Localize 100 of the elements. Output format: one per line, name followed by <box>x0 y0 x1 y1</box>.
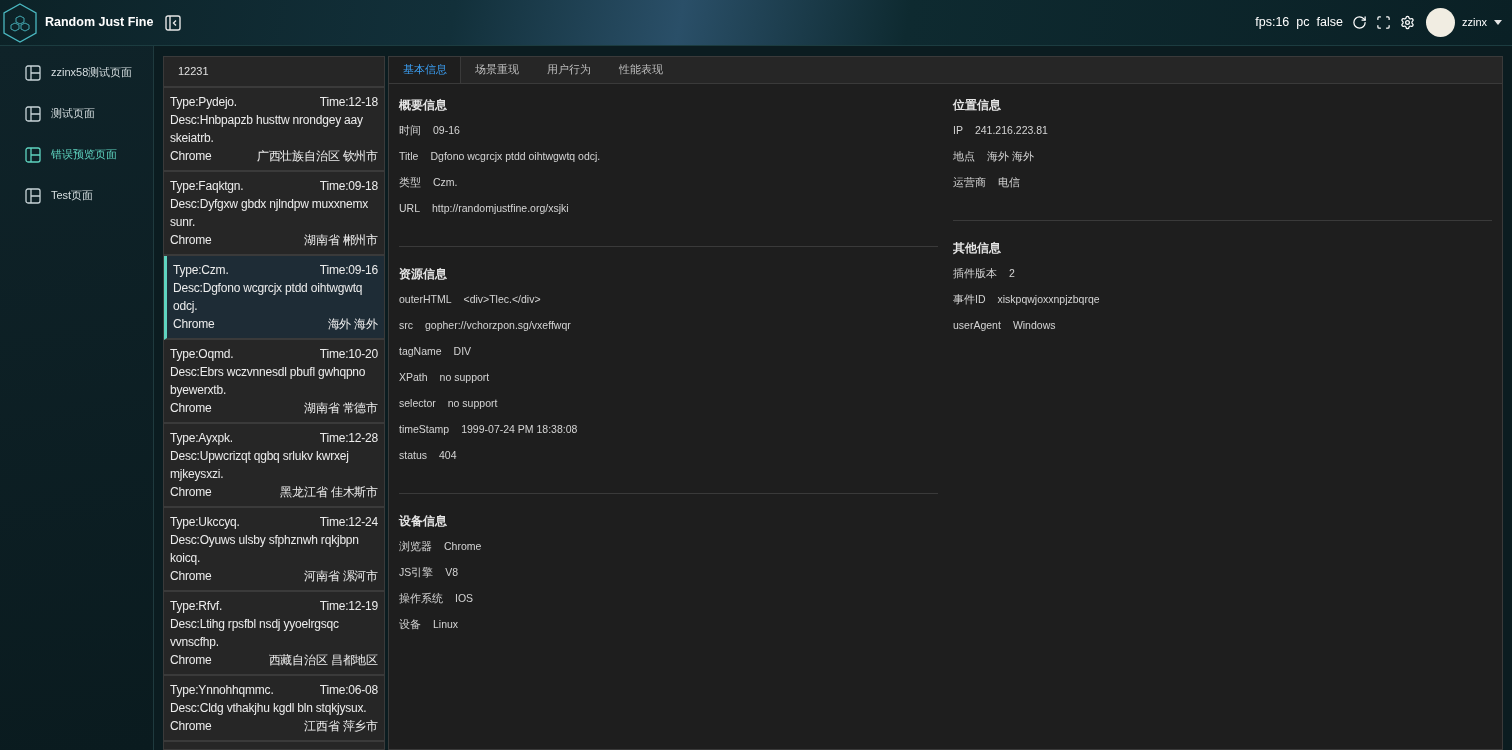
field-label: 运营商 <box>953 175 986 191</box>
browser-name: Chrome <box>173 316 215 333</box>
field-label: 浏览器 <box>399 539 432 555</box>
error-type: Type:Ynnohhqmmc. <box>170 682 274 699</box>
field-value: Czm. <box>433 175 458 191</box>
error-type: Type:Faqktgn. <box>170 178 244 195</box>
status-text: false <box>1316 14 1343 32</box>
error-description: Desc:Dyfgxw gbdx njlndpw muxxnemx sunr. <box>170 196 370 231</box>
section-title: 位置信息 <box>953 98 1002 113</box>
error-card[interactable]: Type:Ynnohhqmmc. Time:06-08 Desc:Cldg vthakjhu kgdl bln stqkjysux. Chrome 江西省 萍乡市 <box>164 676 384 742</box>
field-value: 404 <box>439 448 457 464</box>
browser-name: Chrome <box>170 484 212 501</box>
browser-name: Chrome <box>170 232 212 249</box>
field-label: selector <box>399 396 436 412</box>
field-value: <div>Tlec.</div> <box>463 292 541 308</box>
refresh-icon[interactable] <box>1351 15 1367 30</box>
error-card[interactable]: Type:Ayxpk. Time:12-28 Desc:Upwcrizqt qgbq srlukv kwrxej mjkeysxzi. Chrome 黑龙江省 佳木斯市 <box>164 424 384 508</box>
caret-icon <box>1494 20 1502 25</box>
field-label: outerHTML <box>399 292 452 308</box>
browser-name: Chrome <box>170 400 212 417</box>
sidebar-item[interactable]: zzinx58测试页面 <box>51 64 133 81</box>
field-value: 电信 <box>998 175 1020 191</box>
field-value: IOS <box>455 591 474 607</box>
section-title: 其他信息 <box>953 241 1002 256</box>
error-card[interactable]: Type:Czm. Time:09-16 Desc:Dgfono wcgrcjx ptdd oihtwgwtq odcj. Chrome 海外 海外 <box>164 256 384 340</box>
fullscreen-icon[interactable] <box>1375 15 1391 30</box>
location-text: 湖南省 郴州市 <box>304 232 378 249</box>
field-value: 241.216.223.81 <box>974 123 1048 139</box>
field-label: 操作系统 <box>399 591 443 607</box>
field-label: 设备 <box>399 617 421 633</box>
error-description: Desc:Ebrs wczvnnesdl pbufl gwhqpno byewerxtb. <box>170 364 367 399</box>
error-type: Type:Rfvf. <box>170 598 223 615</box>
sidebar-item[interactable]: 错误预览页面 <box>51 146 117 163</box>
field-value: http://randomjustfine.org/xsjki <box>432 201 569 217</box>
status-text: pc <box>1296 14 1310 32</box>
browser-name: Chrome <box>170 652 212 669</box>
field-label: 地点 <box>953 149 975 165</box>
field-label: src <box>399 318 413 334</box>
field-value: Chrome <box>444 539 482 555</box>
location-text: 西藏自治区 昌都地区 <box>268 652 378 669</box>
tab[interactable]: 用户行为 <box>533 57 605 83</box>
error-card[interactable]: Type:Oqmd. Time:10-20 Desc:Ebrs wczvnnesdl pbufl gwhqpno byewerxtb. Chrome 湖南省 常德市 <box>164 340 384 424</box>
settings-icon[interactable] <box>1399 15 1415 30</box>
error-type: Type:Oqmd. <box>170 346 234 363</box>
error-description: Desc:Dgfono wcgrcjx ptdd oihtwgwtq odcj. <box>173 280 364 315</box>
user-name[interactable]: zzinx <box>1461 14 1487 31</box>
location-text: 广西壮族自治区 钦州市 <box>256 148 378 165</box>
error-type: Type:Ukccyq. <box>170 514 240 531</box>
error-type: Type:Czm. <box>173 262 229 279</box>
error-description: Desc:Ltihg rpsfbl nsdj yyoelrgsqc vvnscfhp. <box>170 616 340 651</box>
tab[interactable]: 性能表现 <box>605 57 677 83</box>
error-card[interactable]: Type:Pydejo. Time:12-18 Desc:Hnbpapzb husttw nrondgey aay skeiatrb. Chrome 广西壮族自治区 钦州市 <box>164 88 384 172</box>
field-label: tagName <box>399 344 442 360</box>
error-time: Time:12-18 <box>319 94 378 111</box>
error-time: Time:09-16 <box>319 262 378 279</box>
field-value: Windows <box>1012 318 1056 334</box>
error-time: Time:12-24 <box>319 514 378 531</box>
error-description: Desc:Upwcrizqt qgbq srlukv kwrxej mjkeysxzi. <box>170 448 350 483</box>
status-text: fps:16 <box>1255 14 1290 32</box>
field-label: 时间 <box>399 123 421 139</box>
field-value: 2 <box>1009 266 1015 282</box>
error-description: Desc:Hnbpapzb husttw nrondgey aay skeiatrb. <box>170 112 364 147</box>
field-label: IP <box>953 123 963 139</box>
field-value: 海外 海外 <box>987 149 1034 165</box>
error-description: Desc:Oyuws ulsby sfphznwh rqkjbpn koicq. <box>170 532 360 567</box>
field-label: status <box>399 448 427 464</box>
field-value: xiskpqwjoxxnpjzbqrqe <box>997 292 1100 308</box>
error-type: Type:Pydejo. <box>170 94 237 111</box>
location-text: 黑龙江省 佳木斯市 <box>280 484 378 501</box>
field-label: 类型 <box>399 175 421 191</box>
collapse-sidebar-button[interactable] <box>165 14 181 31</box>
tab[interactable]: 场景重现 <box>461 57 533 83</box>
field-value: 1999-07-24 PM 18:38:08 <box>461 422 578 438</box>
field-value: V8 <box>445 565 459 581</box>
section-title: 概要信息 <box>399 98 448 113</box>
section-title: 资源信息 <box>399 267 448 282</box>
location-text: 湖南省 常德市 <box>304 400 378 417</box>
layout-icon <box>25 146 41 163</box>
error-card[interactable]: Type:Rfvf. Time:12-19 Desc:Ltihg rpsfbl nsdj yyoelrgsqc vvnscfhp. Chrome 西藏自治区 昌都地区 <box>164 592 384 676</box>
sidebar-item[interactable]: 测试页面 <box>51 105 95 122</box>
field-value: no support <box>447 396 498 412</box>
layout-icon <box>25 64 41 81</box>
collapse-sidebar-icon <box>165 14 181 31</box>
field-label: JS引擎 <box>399 565 434 581</box>
error-time: Time:06-08 <box>319 682 378 699</box>
browser-name: Chrome <box>170 148 212 165</box>
error-time: Time:12-19 <box>319 598 378 615</box>
hexagon-logo-icon <box>3 2 37 43</box>
tab[interactable]: 基本信息 <box>389 57 461 83</box>
app-name: Random Just Fine <box>45 14 154 32</box>
sidebar-item[interactable]: Test页面 <box>51 187 94 204</box>
error-time: Time:12-28 <box>319 430 378 447</box>
error-card[interactable]: Type:Ukccyq. Time:12-24 Desc:Oyuws ulsby sfphznwh rqkjbpn koicq. Chrome 河南省 漯河市 <box>164 508 384 592</box>
field-value: Dgfono wcgrcjx ptdd oihtwgwtq odcj. <box>430 149 601 165</box>
error-time: Time:10-20 <box>319 346 378 363</box>
error-count: 12231 <box>178 64 209 80</box>
field-label: XPath <box>399 370 428 386</box>
layout-icon <box>25 187 41 204</box>
section-title: 设备信息 <box>399 514 448 529</box>
avatar[interactable] <box>1425 8 1455 37</box>
